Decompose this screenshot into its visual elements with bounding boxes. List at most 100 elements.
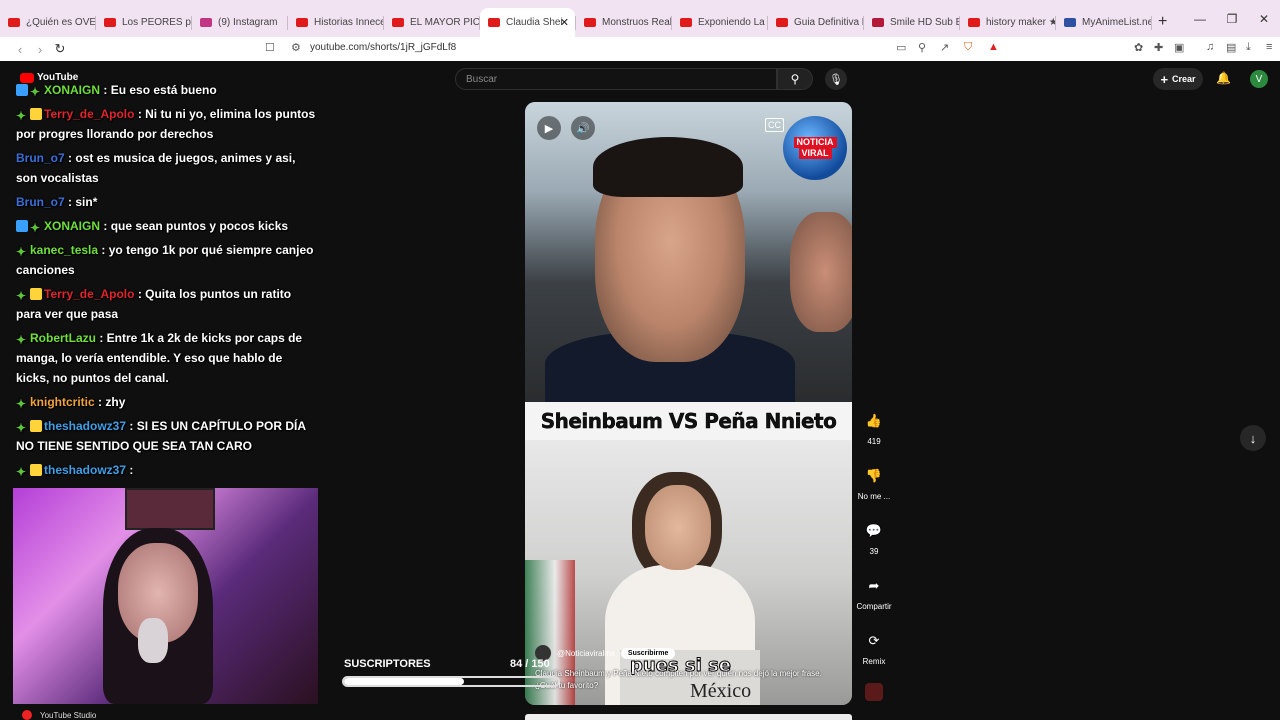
- tab-favicon-icon: [296, 18, 308, 27]
- wall-picture: [125, 488, 215, 530]
- short-actions: 👍 419 👎 No me ... 💬 39 ➦ Compartir ⟳ Remix: [855, 408, 893, 683]
- thumbs-up-icon: 👍: [865, 413, 883, 428]
- browser-tab[interactable]: Guia Definitiva P: [768, 8, 863, 37]
- search-button[interactable]: ⚲: [777, 68, 813, 90]
- star-badge-icon: ✦: [16, 289, 27, 303]
- create-label: Crear: [1172, 74, 1196, 84]
- browser-tab[interactable]: EL MAYOR PICK: [384, 8, 479, 37]
- brave-shield-icon[interactable]: ⛉: [964, 41, 972, 54]
- chat-message: ✦ Terry_de_Apolo : Ni tu ni yo, elimina l…: [16, 104, 316, 144]
- tab-favicon-icon: [776, 18, 788, 27]
- url-field[interactable]: youtube.com/shorts/1jR_jGFdLf8: [310, 42, 456, 53]
- stream-chat-overlay: ✦ XONAIGN : Eu eso está bueno ✦ Terry_de_Ap…: [16, 80, 316, 484]
- browser-tab[interactable]: ¿Quién es OVEJA: [0, 8, 95, 37]
- chat-username: XONAIGN: [44, 219, 101, 233]
- star-badge-icon: ✦: [16, 333, 27, 347]
- browser-tab[interactable]: Historias Innece: [288, 8, 383, 37]
- downloads-icon[interactable]: ⤓: [1246, 41, 1251, 54]
- browser-tab[interactable]: Claudia Shei ✕: [480, 8, 575, 37]
- tab-favicon-icon: [488, 18, 500, 27]
- plus-icon: +: [1160, 71, 1169, 87]
- share-icon: ➦: [868, 578, 880, 593]
- tab-favicon-icon: [1064, 18, 1076, 27]
- new-tab-icon[interactable]: +: [1158, 13, 1167, 31]
- subs-progress-fill: [344, 678, 464, 685]
- browser-tab[interactable]: Monstruos Reale: [576, 8, 671, 37]
- chat-username: Brun_o7: [16, 151, 65, 165]
- menu-icon[interactable]: ≡: [1266, 41, 1272, 53]
- notifications-icon[interactable]: 🔔: [1216, 71, 1231, 85]
- brave-rewards-icon[interactable]: ▲: [988, 41, 999, 53]
- zoom-icon[interactable]: ⚲: [918, 41, 926, 54]
- browser-tab[interactable]: (9) Instagram: [192, 8, 287, 37]
- studio-label: YouTube Studio: [40, 710, 97, 720]
- extensions-icon[interactable]: ✚: [1154, 41, 1163, 54]
- window-controls: — ❐ ✕: [1184, 0, 1280, 37]
- browser-tab[interactable]: history maker ★: [960, 8, 1055, 37]
- media-icon[interactable]: ♫: [1206, 41, 1214, 53]
- search-input[interactable]: Buscar: [455, 68, 777, 90]
- moderator-badge-icon: [16, 84, 28, 96]
- chat-text: : que sean puntos y pocos kicks: [103, 219, 289, 233]
- remix-button[interactable]: ⟳ Remix: [855, 628, 893, 683]
- short-video-player[interactable]: Sheinbaum VS Peña Nnieto México pues si …: [525, 102, 852, 705]
- reload-icon[interactable]: ↻: [50, 41, 70, 57]
- youtube-studio-link[interactable]: YouTube Studio: [22, 710, 96, 720]
- chat-message: ✦ theshadowz37 :: [16, 460, 316, 480]
- volume-button[interactable]: 🔊: [571, 116, 595, 140]
- bookmark-icon[interactable]: ☐: [265, 41, 275, 54]
- chat-message: ✦ XONAIGN : Eu eso está bueno: [16, 80, 316, 100]
- volume-icon: 🔊: [576, 122, 590, 135]
- tab-label: (9) Instagram: [218, 17, 278, 28]
- site-settings-icon[interactable]: ⚙: [291, 41, 301, 54]
- minimize-icon[interactable]: —: [1184, 12, 1216, 26]
- tab-favicon-icon: [968, 18, 980, 27]
- share-button[interactable]: ➦ Compartir: [855, 573, 893, 628]
- tab-label: Exponiendo La G: [698, 17, 767, 28]
- subscribe-button[interactable]: Suscribirme: [620, 647, 676, 659]
- next-video-button[interactable]: ↓: [1240, 425, 1266, 451]
- tab-label: Historias Innece: [314, 17, 383, 28]
- search-icon: ⚲: [790, 72, 800, 86]
- tab-label: MyAnimeList.net: [1082, 17, 1151, 28]
- tab-favicon-icon: [8, 18, 20, 27]
- close-tab-icon[interactable]: ✕: [560, 16, 569, 29]
- video-description[interactable]: Claudia Sheinbaum y Peña Nieto compiten …: [535, 668, 835, 692]
- tab-label: Guia Definitiva P: [794, 17, 863, 28]
- install-icon[interactable]: ▭: [896, 41, 906, 54]
- subs-progress-track: [342, 676, 560, 687]
- restore-icon[interactable]: ❐: [1216, 12, 1248, 26]
- wallet-icon[interactable]: ▤: [1226, 41, 1236, 54]
- star-badge-icon: ✦: [16, 109, 27, 123]
- subs-goal-label: SUSCRIPTORES: [344, 658, 431, 670]
- forward-icon[interactable]: ›: [30, 42, 50, 57]
- back-icon[interactable]: ‹: [10, 42, 30, 57]
- share-page-icon[interactable]: ↗: [940, 41, 949, 54]
- channel-name[interactable]: @Noticiaviralmx: [557, 649, 615, 658]
- like-button[interactable]: 👍 419: [855, 408, 893, 463]
- subs-goal-count: 84 / 150: [510, 658, 550, 670]
- browser-tab[interactable]: Exponiendo La G: [672, 8, 767, 37]
- browser-tab[interactable]: MyAnimeList.net: [1056, 8, 1151, 37]
- chat-message: Brun_o7 : sin*: [16, 192, 316, 212]
- comments-button[interactable]: 💬 39: [855, 518, 893, 573]
- create-button[interactable]: + Crear: [1153, 68, 1203, 90]
- streamer-webcam: [13, 488, 318, 704]
- sidebar-toggle-icon[interactable]: ▣: [1174, 41, 1184, 54]
- badge-line2: VIRAL: [798, 148, 832, 159]
- browser-tab[interactable]: Smile HD Sub Esp: [864, 8, 959, 37]
- extension-icon[interactable]: ✿: [1134, 41, 1143, 54]
- account-avatar[interactable]: V: [1250, 70, 1268, 88]
- captions-icon[interactable]: CC: [765, 118, 784, 132]
- browser-tab[interactable]: Los PEORES plot: [96, 8, 191, 37]
- moderator-badge-icon: [16, 220, 28, 232]
- close-window-icon[interactable]: ✕: [1248, 12, 1280, 26]
- dislike-button[interactable]: 👎 No me ...: [855, 463, 893, 518]
- chat-text: : sin*: [68, 195, 98, 209]
- audio-source-thumbnail[interactable]: [865, 683, 883, 701]
- voice-search-button[interactable]: 🎙: [825, 68, 847, 90]
- badge-line1: NOTICIA: [793, 137, 837, 148]
- play-button[interactable]: ▶: [537, 116, 561, 140]
- star-badge-icon: ✦: [30, 85, 41, 99]
- tab-label: Smile HD Sub Esp: [890, 17, 959, 28]
